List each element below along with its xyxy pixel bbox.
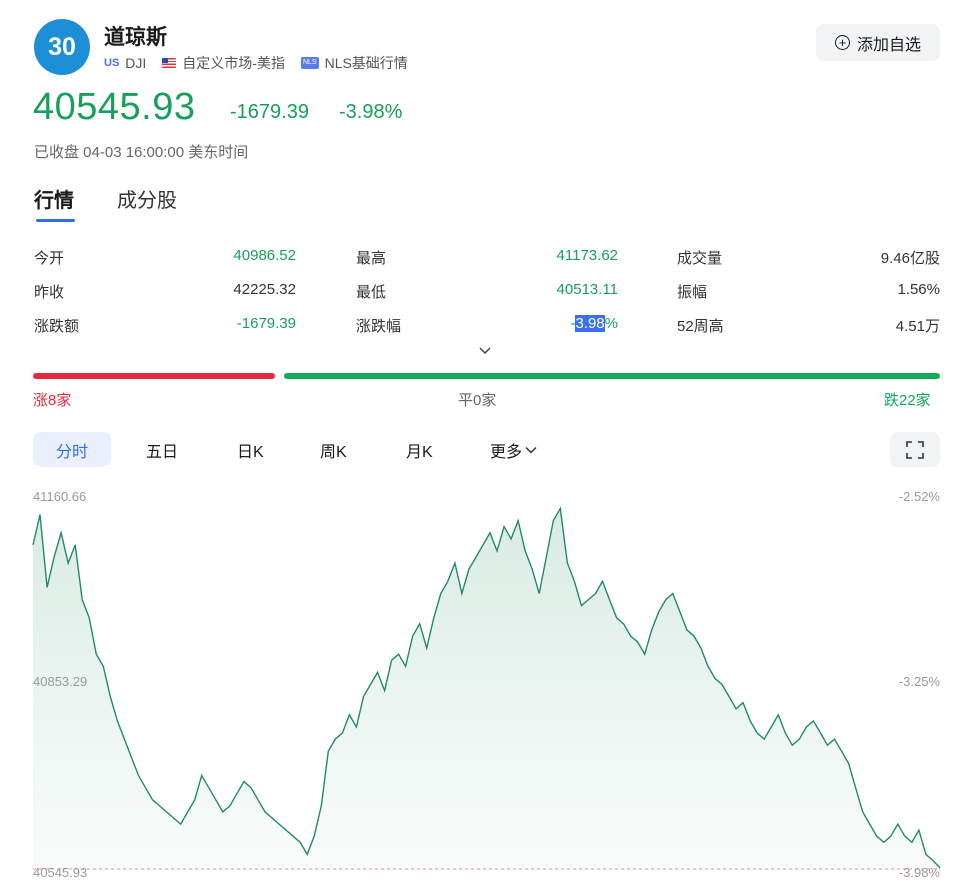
period-tab-intraday-label: 分时 bbox=[55, 443, 88, 461]
period-tab-more-label: 更多 bbox=[490, 444, 523, 461]
period-tab-more[interactable]: 更多 bbox=[490, 438, 537, 462]
period-tab-weekly[interactable]: 周K bbox=[320, 438, 347, 462]
add-watchlist-label: 添加自选 bbox=[856, 36, 921, 54]
plus-circle-icon: + bbox=[834, 35, 850, 50]
fullscreen-button[interactable] bbox=[890, 432, 940, 467]
advancers-count: 涨8家 bbox=[33, 392, 72, 409]
y-left-tick-top: 41160.66 bbox=[33, 489, 86, 504]
stat-label-low: 最低 bbox=[356, 284, 387, 301]
market-tag: US bbox=[104, 57, 120, 69]
stat-value-change: -1679.39 bbox=[236, 315, 296, 332]
stat-value-open: 40986.52 bbox=[233, 247, 296, 264]
logo-text: 30 bbox=[48, 32, 76, 61]
last-price: 40545.93 bbox=[33, 86, 196, 128]
price-change-pct: -3.98% bbox=[339, 101, 403, 123]
stat-value-amplitude: 1.56% bbox=[897, 281, 940, 298]
tab-quote[interactable]: 行情 bbox=[34, 184, 74, 213]
ticker: DJI bbox=[125, 55, 147, 71]
advancers-bar bbox=[33, 373, 275, 379]
y-left-tick-mid: 40853.29 bbox=[33, 674, 87, 689]
y-right-tick-bottom: -3.98% bbox=[899, 865, 941, 880]
period-tab-monthly[interactable]: 月K bbox=[406, 438, 433, 462]
y-right-tick-top: -2.52% bbox=[899, 489, 941, 504]
intraday-chart[interactable]: 41160.66 40853.29 40545.93 -2.52% -3.25%… bbox=[0, 480, 960, 886]
stat-value-volume: 9.46亿股 bbox=[880, 250, 940, 267]
index-logo: 30 bbox=[34, 19, 90, 75]
period-tab-daily[interactable]: 日K bbox=[237, 438, 264, 462]
chevron-down-icon[interactable] bbox=[479, 345, 491, 355]
stat-label-high: 最高 bbox=[356, 250, 387, 267]
stat-value-52w-high: 4.51万 bbox=[895, 318, 940, 335]
add-watchlist-button[interactable]: + 添加自选 bbox=[816, 24, 940, 61]
stat-value-high: 41173.62 bbox=[556, 247, 618, 264]
index-meta: US DJI 自定义市场-美指 NLS NLS基础行情 bbox=[104, 53, 408, 73]
stat-label-open: 今开 bbox=[34, 250, 65, 267]
stat-label-change: 涨跌额 bbox=[34, 318, 80, 335]
tab-active-indicator bbox=[36, 219, 75, 222]
data-source-label: NLS基础行情 bbox=[324, 55, 408, 71]
stat-label-prev-close: 昨收 bbox=[34, 284, 65, 301]
stat-label-amplitude: 振幅 bbox=[677, 284, 708, 301]
stat-label-change-pct: 涨跌幅 bbox=[356, 318, 402, 335]
unchanged-count: 平0家 bbox=[458, 392, 497, 409]
market-status: 已收盘 04-03 16:00:00 美东时间 bbox=[34, 144, 249, 161]
period-tab-intraday[interactable]: 分时 bbox=[33, 432, 111, 467]
chevron-down-icon bbox=[525, 446, 537, 454]
stat-value-prev-close: 42225.32 bbox=[233, 281, 296, 298]
index-title: 道琼斯 bbox=[104, 26, 167, 49]
custom-market-label: 自定义市场-美指 bbox=[182, 55, 285, 71]
decliners-count: 跌22家 bbox=[884, 392, 931, 409]
y-left-tick-bottom: 40545.93 bbox=[33, 865, 87, 880]
stat-label-52w-high: 52周高 bbox=[677, 318, 724, 335]
nls-icon: NLS bbox=[300, 57, 319, 69]
us-flag-icon bbox=[162, 58, 177, 68]
stat-value-low: 40513.11 bbox=[556, 281, 618, 298]
period-tab-5day[interactable]: 五日 bbox=[146, 438, 178, 462]
fullscreen-icon bbox=[906, 440, 924, 459]
stat-label-volume: 成交量 bbox=[677, 250, 723, 267]
y-right-tick-mid: -3.25% bbox=[899, 674, 941, 689]
decliners-bar bbox=[284, 373, 940, 379]
price-change: -1679.39 bbox=[230, 101, 309, 123]
tab-constituents[interactable]: 成分股 bbox=[117, 184, 177, 213]
stat-value-change-pct: -3.98% bbox=[570, 315, 618, 332]
